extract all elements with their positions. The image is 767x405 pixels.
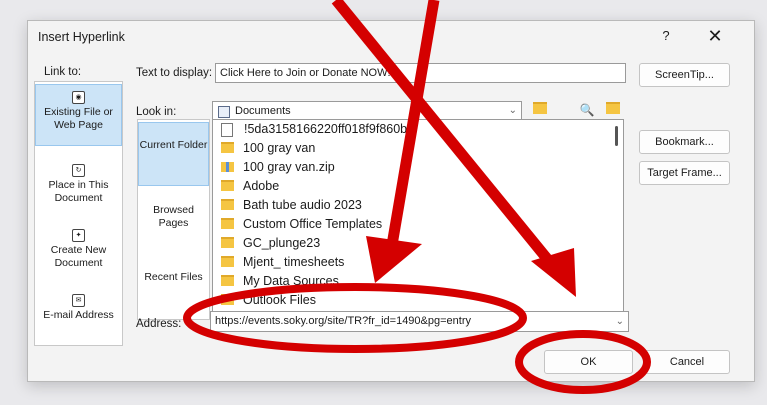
link-to-label: Link to: — [44, 66, 82, 78]
scrollbar-thumb[interactable] — [615, 126, 618, 146]
link-to-email-label: E-mail Address — [43, 309, 114, 321]
link-to-existing-file[interactable]: ◉ Existing File or Web Page — [35, 84, 122, 146]
address-value: https://events.soky.org/site/TR?fr_id=14… — [215, 315, 471, 327]
web-page-icon: ◉ — [72, 91, 85, 104]
folder-icon — [221, 237, 234, 249]
folder-icon — [221, 180, 234, 192]
look-in-value: Documents — [235, 105, 291, 117]
email-icon: ✉ — [72, 294, 85, 307]
place-current-folder[interactable]: Current Folder — [138, 122, 209, 186]
place-browsed-pages[interactable]: Browsed Pages — [138, 204, 209, 230]
cancel-button[interactable]: Cancel — [644, 350, 730, 374]
file-icon — [221, 122, 233, 137]
folder-icon — [221, 199, 234, 211]
link-to-email-address[interactable]: ✉ E-mail Address — [35, 292, 122, 322]
bookmark-button[interactable]: Bookmark... — [639, 130, 730, 154]
list-item[interactable]: My Data Sources — [221, 272, 339, 291]
folder-icon — [221, 275, 234, 287]
look-in-dropdown[interactable]: Documents ⌄ — [212, 101, 522, 121]
list-item[interactable]: GC_plunge23 — [221, 234, 320, 253]
list-item[interactable]: !5da3158166220ff018f9f860b — [221, 120, 407, 139]
folder-icon — [221, 256, 234, 268]
look-in-label: Look in: — [136, 106, 177, 118]
insert-hyperlink-dialog: Insert Hyperlink ? ✕ Link to: ◉ Existing… — [27, 20, 755, 382]
link-to-panel: ◉ Existing File or Web Page ↻ Place in T… — [34, 81, 123, 346]
documents-icon — [218, 106, 230, 118]
folder-icon — [221, 218, 234, 230]
browse-web-icon[interactable]: 🔍 — [577, 101, 597, 119]
browse-file-icon[interactable] — [603, 101, 623, 119]
chevron-down-icon: ⌄ — [508, 105, 517, 116]
help-button[interactable]: ? — [657, 27, 675, 45]
list-item[interactable]: Adobe — [221, 177, 279, 196]
text-to-display-label: Text to display: — [136, 67, 213, 79]
place-in-document-icon: ↻ — [72, 164, 85, 177]
zip-folder-icon — [221, 161, 234, 172]
target-frame-button[interactable]: Target Frame... — [639, 161, 730, 185]
list-item[interactable]: Custom Office Templates — [221, 215, 382, 234]
new-document-icon: ✦ — [72, 229, 85, 242]
link-to-existing-label: Existing File or Web Page — [44, 106, 113, 131]
list-item[interactable]: 100 gray van.zip — [221, 158, 335, 177]
address-input[interactable]: https://events.soky.org/site/TR?fr_id=14… — [210, 311, 629, 332]
list-item[interactable]: Bath tube audio 2023 — [221, 196, 362, 215]
link-to-create-label: Create New Document — [50, 244, 107, 269]
places-panel: Current Folder Browsed Pages Recent File… — [137, 119, 210, 320]
dialog-title: Insert Hyperlink — [38, 30, 125, 44]
close-button[interactable]: ✕ — [705, 26, 725, 46]
chevron-down-icon: ⌄ — [615, 316, 624, 327]
list-item[interactable]: 100 gray van — [221, 139, 315, 158]
link-to-place-label: Place in This Document — [48, 179, 109, 204]
list-item[interactable]: Mjent_ timesheets — [221, 253, 344, 272]
file-list[interactable]: !5da3158166220ff018f9f860b 100 gray van … — [212, 119, 624, 320]
screentip-button[interactable]: ScreenTip... — [639, 63, 730, 87]
up-folder-icon[interactable] — [530, 101, 550, 119]
address-label: Address: — [136, 318, 182, 330]
link-to-place-in-document[interactable]: ↻ Place in This Document — [35, 162, 122, 205]
folder-icon — [221, 294, 234, 306]
ok-button[interactable]: OK — [544, 350, 633, 374]
place-recent-files[interactable]: Recent Files — [138, 271, 209, 284]
text-to-display-input[interactable]: Click Here to Join or Donate NOW! — [215, 63, 626, 83]
link-to-create-new-document[interactable]: ✦ Create New Document — [35, 227, 122, 270]
folder-icon — [221, 142, 234, 154]
list-item[interactable]: Outlook Files — [221, 291, 316, 310]
